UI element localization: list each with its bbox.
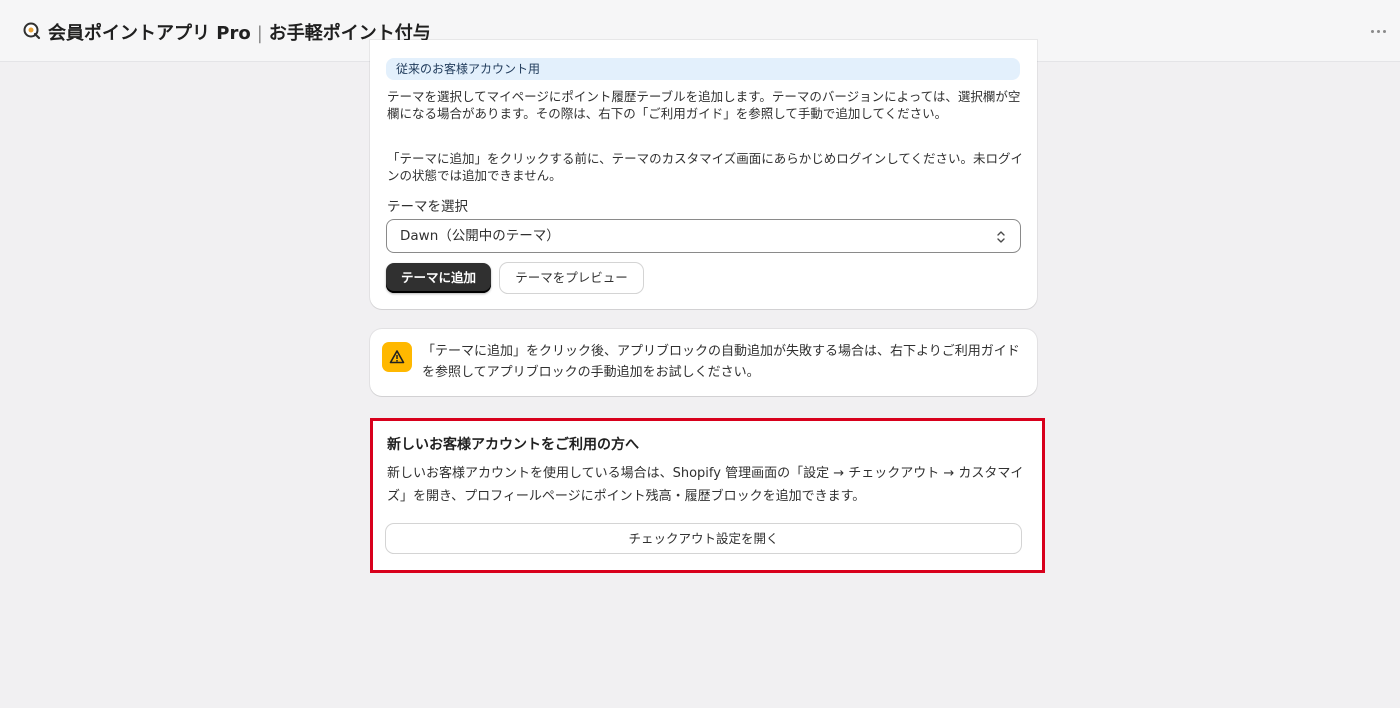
legacy-account-banner: 従来のお客様アカウント用 — [386, 58, 1020, 80]
more-options-icon[interactable] — [1366, 22, 1390, 40]
warning-icon — [382, 342, 412, 372]
highlight-frame — [370, 418, 1045, 573]
warning-text: 「テーマに追加」をクリック後、アプリブロックの自動追加が失敗する場合は、右下より… — [422, 344, 1020, 380]
add-to-theme-button[interactable]: テーマに追加 — [386, 263, 491, 293]
select-chevron-icon — [997, 231, 1005, 243]
app-name: 会員ポイントアプリ Pro — [48, 23, 251, 44]
preview-theme-button[interactable]: テーマをプレビュー — [500, 263, 643, 293]
warning-card: 「テーマに追加」をクリック後、アプリブロックの自動追加が失敗する場合は、右下より… — [370, 329, 1037, 396]
theme-select[interactable]: Dawn（公開中のテーマ） — [386, 219, 1021, 253]
login-notice: 「テーマに追加」をクリックする前に、テーマのカスタマイズ画面にあらかじめログイン… — [387, 151, 1024, 183]
theme-description: テーマを選択してマイページにポイント履歴テーブルを追加します。テーマのバージョン… — [387, 89, 1021, 121]
app-logo-icon — [23, 22, 41, 40]
title-separator: | — [256, 23, 263, 44]
theme-card: 従来のお客様アカウント用 テーマを選択してマイページにポイント履歴テーブルを追加… — [370, 40, 1037, 309]
theme-select-value: Dawn（公開中のテーマ） — [400, 228, 560, 244]
theme-select-label: テーマを選択 — [387, 199, 468, 215]
